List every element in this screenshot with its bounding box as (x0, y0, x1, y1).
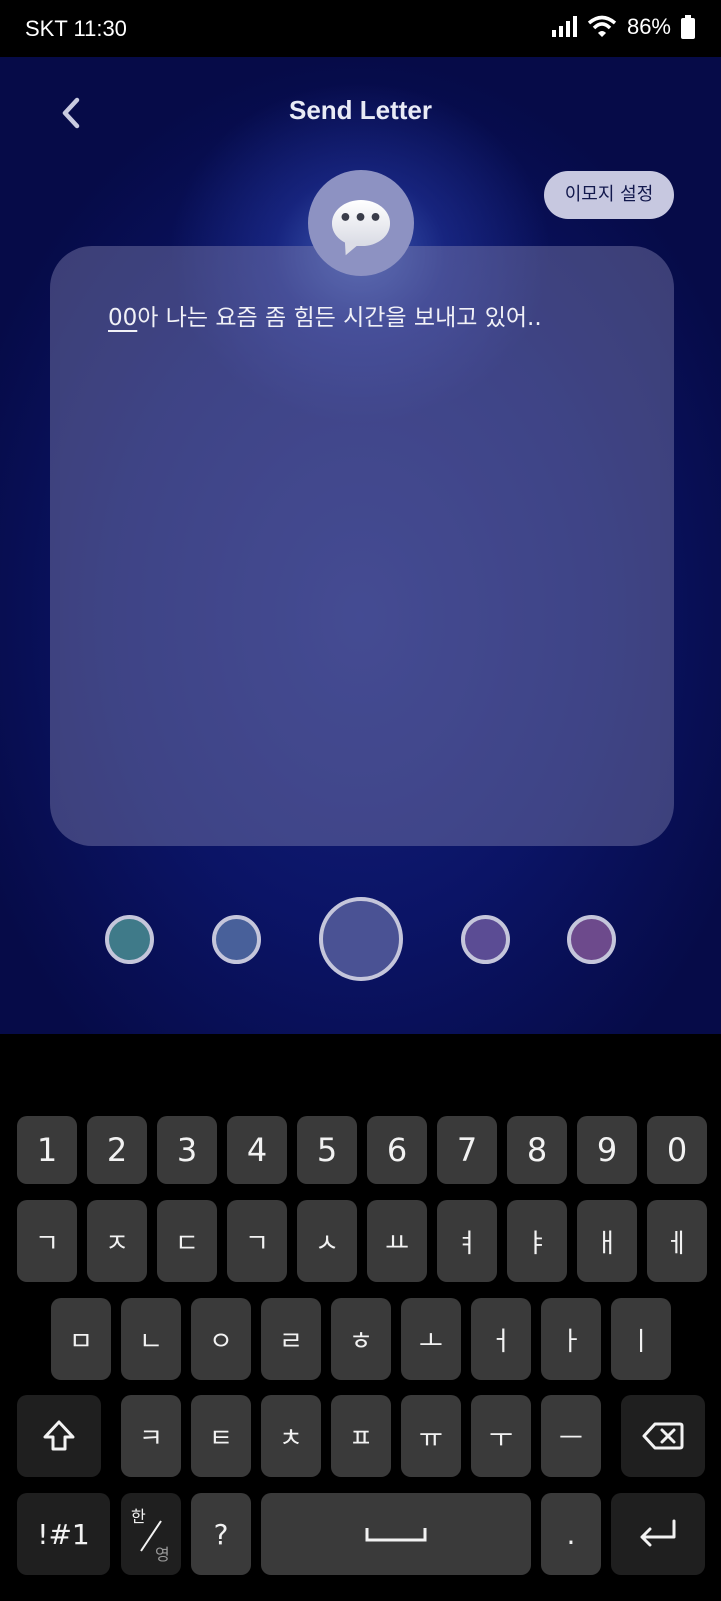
key-jamo[interactable]: ㅜ (471, 1395, 531, 1477)
color-picker (0, 897, 721, 982)
emoji-button[interactable]: ••• (308, 170, 414, 276)
key-0[interactable]: 0 (647, 1116, 707, 1184)
question-key[interactable]: ? (191, 1493, 251, 1575)
status-icons: 86% (551, 14, 695, 40)
letter-screen: Send Letter 이모지 설정 00아 나는 요즘 좀 힘든 시간을 보내… (0, 57, 721, 1034)
letter-body: 아 나는 요즘 좀 힘든 시간을 보내고 있어.. (137, 305, 542, 331)
key-6[interactable]: 6 (367, 1116, 427, 1184)
key-jamo[interactable]: ㅁ (51, 1298, 111, 1380)
battery-percent: 86% (626, 14, 671, 39)
key-jamo[interactable]: ㄹ (261, 1298, 321, 1380)
key-jamo[interactable]: ㅕ (437, 1200, 497, 1282)
space-key[interactable] (261, 1493, 531, 1575)
letter-text-field[interactable]: 00아 나는 요즘 좀 힘든 시간을 보내고 있어.. (108, 298, 634, 332)
name-token: 00 (108, 305, 138, 331)
backspace-icon (642, 1422, 684, 1450)
shift-key[interactable] (17, 1395, 101, 1477)
key-jamo[interactable]: ㄴ (121, 1298, 181, 1380)
key-3[interactable]: 3 (157, 1116, 217, 1184)
key-jamo[interactable]: ㅠ (401, 1395, 461, 1477)
key-jamo[interactable]: ㅅ (297, 1200, 357, 1282)
key-1[interactable]: 1 (17, 1116, 77, 1184)
color-option-violet[interactable] (567, 915, 616, 964)
key-7[interactable]: 7 (437, 1116, 497, 1184)
key-jamo[interactable]: ㅓ (471, 1298, 531, 1380)
speech-bubble-icon: ••• (332, 200, 390, 246)
key-2[interactable]: 2 (87, 1116, 147, 1184)
key-jamo[interactable]: ㅍ (331, 1395, 391, 1477)
key-jamo[interactable]: ㅡ (541, 1395, 601, 1477)
enter-key[interactable] (611, 1493, 705, 1575)
key-jamo[interactable]: ㄱ (227, 1200, 287, 1282)
korean-keyboard: 1 2 3 4 5 6 7 8 9 0 ㄱ ㅈ ㄷ ㄱ ㅅ ㅛ ㅕ ㅑ ㅐ ㅔ … (0, 1034, 721, 1601)
key-jamo[interactable]: ㅇ (191, 1298, 251, 1380)
period-key[interactable]: . (541, 1493, 601, 1575)
status-bar: SKT 11:30 86% (0, 0, 721, 57)
key-jamo[interactable]: ㅌ (191, 1395, 251, 1477)
color-option-blue[interactable] (212, 915, 261, 964)
key-jamo[interactable]: ㅐ (577, 1200, 637, 1282)
battery-icon (681, 15, 695, 39)
key-jamo[interactable]: ㅛ (367, 1200, 427, 1282)
wifi-icon (587, 15, 617, 37)
letter-card[interactable]: 00아 나는 요즘 좀 힘든 시간을 보내고 있어.. (50, 246, 674, 846)
color-option-purple[interactable] (461, 915, 510, 964)
space-bar-icon (365, 1528, 427, 1542)
signal-icon (551, 16, 577, 37)
key-5[interactable]: 5 (297, 1116, 357, 1184)
key-jamo[interactable]: ㅣ (611, 1298, 671, 1380)
key-8[interactable]: 8 (507, 1116, 567, 1184)
key-jamo[interactable]: ㅋ (121, 1395, 181, 1477)
page-title: Send Letter (288, 95, 433, 125)
key-jamo[interactable]: ㅔ (647, 1200, 707, 1282)
color-option-indigo-selected[interactable] (319, 897, 403, 981)
key-jamo[interactable]: ㅈ (87, 1200, 147, 1282)
key-jamo[interactable]: ㄷ (157, 1200, 217, 1282)
color-option-teal[interactable] (105, 915, 154, 964)
key-jamo[interactable]: ㅊ (261, 1395, 321, 1477)
key-9[interactable]: 9 (577, 1116, 637, 1184)
symbols-key[interactable]: !#1 (17, 1493, 110, 1575)
key-4[interactable]: 4 (227, 1116, 287, 1184)
key-jamo[interactable]: ㅗ (401, 1298, 461, 1380)
enter-icon (640, 1519, 676, 1547)
emoji-setting-button[interactable]: 이모지 설정 (544, 171, 674, 219)
shift-icon (43, 1420, 75, 1451)
key-jamo[interactable]: ㄱ (17, 1200, 77, 1282)
language-toggle-key[interactable]: 한 영 (121, 1493, 181, 1575)
key-jamo[interactable]: ㅑ (507, 1200, 567, 1282)
lang-bottom: 영 (155, 1545, 170, 1564)
carrier-time: SKT 11:30 (25, 16, 127, 41)
key-jamo[interactable]: ㅎ (331, 1298, 391, 1380)
key-jamo[interactable]: ㅏ (541, 1298, 601, 1380)
backspace-key[interactable] (621, 1395, 705, 1477)
